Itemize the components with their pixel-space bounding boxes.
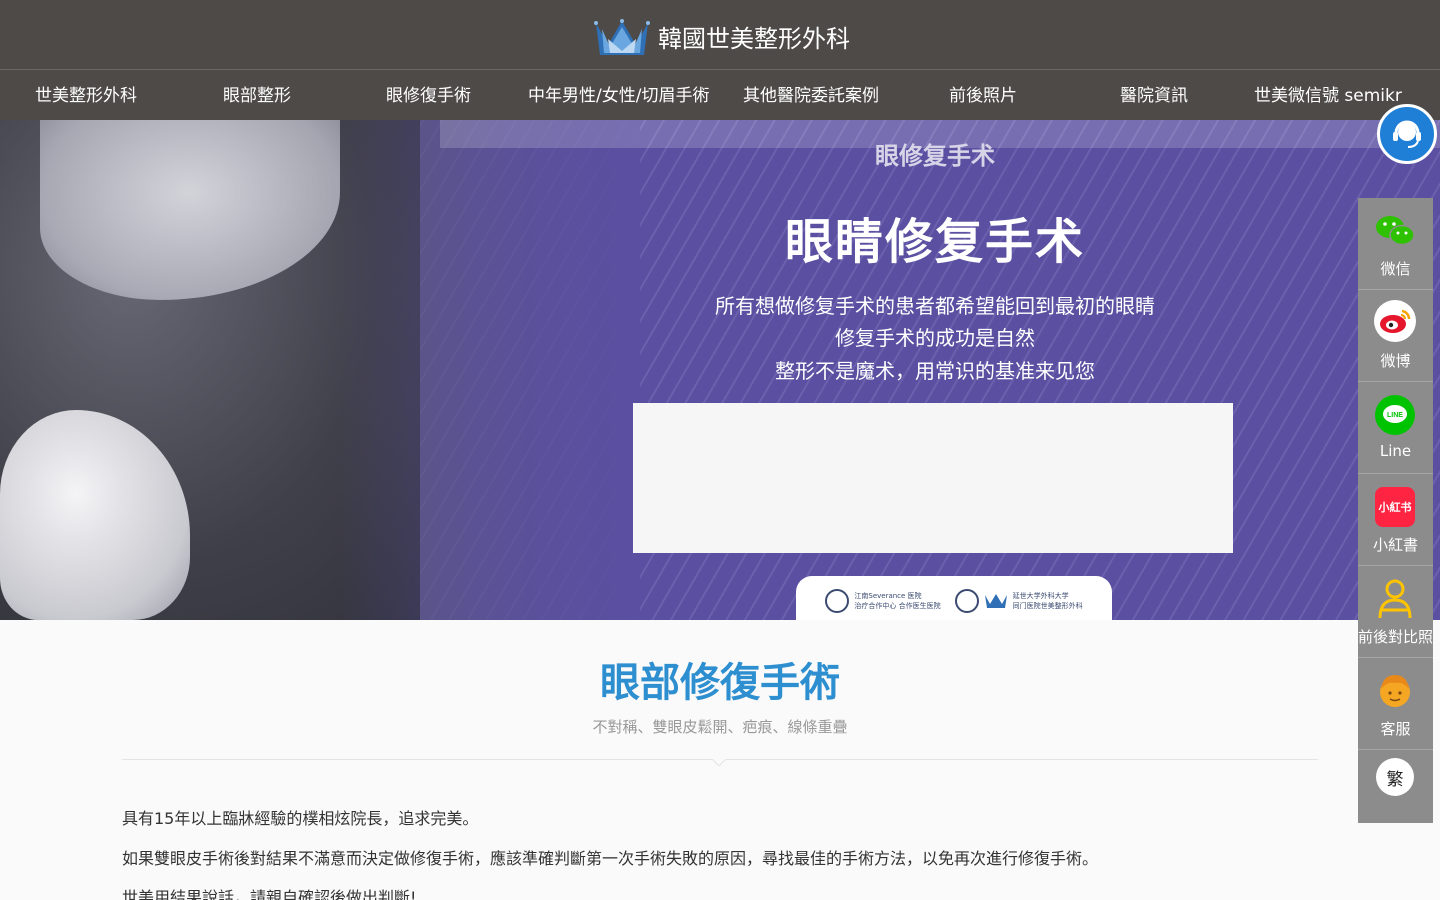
sidebar-label-weibo: 微博: [1380, 352, 1411, 370]
site-header: 韓國世美整形外科: [0, 0, 1440, 70]
main-nav: 世美整形外科 眼部整形 眼修復手術 中年男性/女性/切眉手術 其他醫院委託案例 …: [0, 70, 1440, 120]
hero-subtitle: 眼修复手术: [875, 142, 995, 170]
hero-line-1: 所有想做修复手术的患者都希望能回到最初的眼睛: [715, 294, 1155, 318]
site-logo[interactable]: 韓國世美整形外科: [594, 14, 850, 58]
hero-line-2: 修复手术的成功是自然: [835, 326, 1035, 350]
nav-item-wechat-id[interactable]: 世美微信號 semikr: [1254, 70, 1402, 120]
sidebar-label-wechat: 微信: [1380, 260, 1411, 278]
hero-title: 眼睛修复手术: [784, 214, 1085, 270]
severance-seal-icon: [825, 589, 850, 613]
logo-text: 韓國世美整形外科: [658, 24, 850, 53]
svg-text:LINE: LINE: [1387, 412, 1403, 419]
service-icon: [1374, 670, 1416, 712]
nav-item-eye-plastic[interactable]: 眼部整形: [223, 70, 291, 120]
paragraph-1: 具有15年以上臨牀經驗的樸相炫院長，追求完美。: [122, 809, 479, 828]
paragraph-3: 世美用結果說話，請親自確認後做出判斷!: [122, 888, 417, 900]
crown-logo-icon: [594, 19, 650, 55]
nav-item-other-cases[interactable]: 其他醫院委託案例: [743, 70, 879, 120]
nav-item-middle-aged[interactable]: 中年男性/女性/切眉手術: [528, 70, 709, 120]
hero-line-3: 整形不是魔术，用常识的基准来见您: [775, 359, 1095, 383]
headset-icon: [1393, 120, 1421, 148]
badge-left-line2: 治疗合作中心 合作医生医院: [854, 602, 941, 610]
yonsei-seal-icon: [954, 589, 979, 613]
partner-badge: 江南Severance 医院 治疗合作中心 合作医生医院 延世大学外科大学 同门…: [796, 576, 1112, 620]
nav-item-semi-plastic[interactable]: 世美整形外科: [35, 70, 137, 120]
weibo-icon: [1374, 300, 1416, 342]
hero-banner: 眼修复手术 眼睛修复手术 所有想做修复手术的患者都希望能回到最初的眼睛 修复手术…: [0, 120, 1440, 620]
sidebar-label-before-after: 前後對比照: [1358, 628, 1434, 646]
sidebar-item-service[interactable]: 客服: [1358, 658, 1433, 750]
badge-left-line1: 江南Severance 医院: [854, 592, 922, 600]
nav-item-hospital-info[interactable]: 醫院資訊: [1120, 70, 1188, 120]
sidebar-item-xiaohongshu[interactable]: 小紅书 小紅書: [1358, 474, 1433, 566]
wechat-icon: [1374, 210, 1416, 252]
nav-item-eye-revision[interactable]: 眼修復手術: [386, 70, 471, 120]
sidebar-label-line: Line: [1379, 442, 1412, 460]
customer-service-button[interactable]: [1377, 104, 1437, 164]
badge-yonsei: 延世大学外科大学 同门医院世美整形外科: [954, 589, 1083, 613]
language-toggle[interactable]: 繁: [1376, 758, 1414, 796]
sidebar-item-weibo[interactable]: 微博: [1358, 290, 1433, 382]
sidebar-item-wechat[interactable]: 微信: [1358, 198, 1433, 290]
crown-small-icon: [984, 594, 1007, 608]
sidebar-item-before-after[interactable]: 前後對比照: [1358, 566, 1433, 658]
paragraph-2: 如果雙眼皮手術後對結果不滿意而決定做修復手術，應該準確判斷第一次手術失敗的原因，…: [122, 849, 1099, 868]
floating-sidebar: 微信 微博 LINE Line 小紅书 小紅書 前後對比照 客服 繁: [1358, 198, 1433, 823]
hero-video-placeholder[interactable]: [633, 403, 1233, 553]
badge-severance: 江南Severance 医院 治疗合作中心 合作医生医院: [825, 589, 941, 613]
line-icon: LINE: [1374, 394, 1416, 436]
sidebar-label-service: 客服: [1380, 720, 1411, 738]
badge-right-line2: 同门医院世美整形外科: [1012, 602, 1083, 610]
section-title: 眼部修復手術: [600, 660, 840, 706]
sidebar-item-line[interactable]: LINE Line: [1358, 382, 1433, 474]
divider-notch-icon: [712, 759, 726, 766]
section-subtitle: 不對稱、雙眼皮鬆開、疤痕、線條重疊: [592, 718, 848, 736]
person-icon: [1374, 578, 1416, 620]
nav-item-before-after[interactable]: 前後照片: [949, 70, 1017, 120]
badge-right-line1: 延世大学外科大学: [1012, 592, 1069, 600]
sidebar-item-language[interactable]: 繁: [1358, 750, 1433, 823]
sidebar-label-xiaohongshu: 小紅書: [1372, 536, 1418, 554]
xiaohongshu-icon: 小紅书: [1374, 486, 1416, 528]
